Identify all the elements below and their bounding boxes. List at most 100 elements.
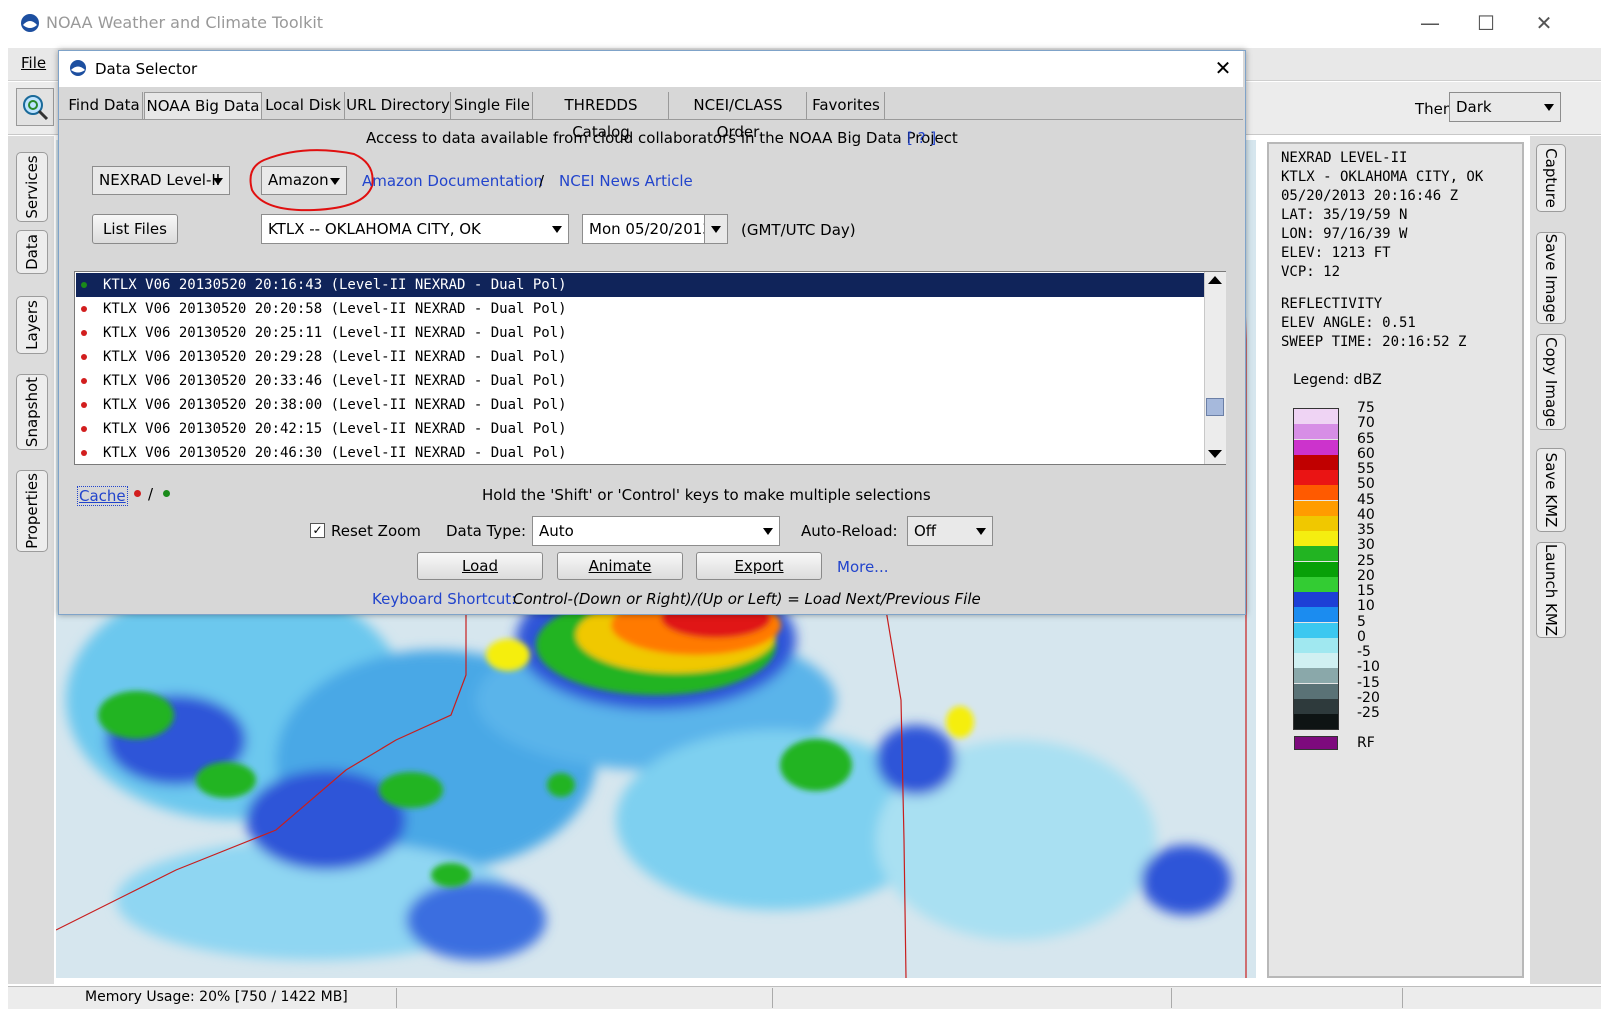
legend-label: 70: [1357, 415, 1375, 432]
tab-layers[interactable]: Layers: [16, 296, 48, 354]
tab-data-label: Data: [23, 234, 41, 270]
legend-label: 30: [1357, 537, 1375, 554]
tab-thredds-catalog[interactable]: THREDDS Catalog: [534, 92, 669, 141]
animate-button[interactable]: Animate: [557, 552, 683, 580]
legend-frame: [1293, 408, 1339, 731]
scroll-up-icon[interactable]: [1208, 276, 1222, 284]
file-row-label: KTLX V06 20130520 20:38:00 (Level-II NEX…: [103, 397, 567, 413]
scroll-thumb[interactable]: [1206, 398, 1224, 416]
rf-label: RF: [1357, 735, 1375, 751]
noaa-logo-icon: [70, 60, 86, 76]
tab-snapshot-label: Snapshot: [23, 376, 41, 448]
date-dropdown-button[interactable]: [704, 215, 727, 243]
file-row[interactable]: KTLX V06 20130520 20:29:28 (Level-II NEX…: [76, 345, 1204, 369]
link-separator: /: [539, 172, 545, 190]
file-list-scrollbar[interactable]: [1204, 272, 1226, 464]
help-link[interactable]: [ ? ]: [907, 129, 936, 147]
info-line: LAT: 35/19/59 N: [1281, 207, 1408, 223]
date-picker[interactable]: Mon 05/20/2013: [582, 214, 728, 244]
list-files-button[interactable]: List Files: [92, 214, 178, 244]
info-line: LON: 97/16/39 W: [1281, 226, 1408, 242]
file-row[interactable]: KTLX V06 20130520 20:46:30 (Level-II NEX…: [76, 441, 1204, 464]
noaa-logo-icon: [21, 14, 39, 32]
file-row[interactable]: KTLX V06 20130520 20:33:46 (Level-II NEX…: [76, 369, 1204, 393]
file-row[interactable]: KTLX V06 20130520 20:38:00 (Level-II NEX…: [76, 393, 1204, 417]
copy-image-button[interactable]: Copy Image: [1536, 334, 1566, 430]
capture-button[interactable]: Capture: [1536, 144, 1566, 212]
file-list[interactable]: KTLX V06 20130520 20:16:43 (Level-II NEX…: [74, 271, 1226, 465]
data-type-select[interactable]: Auto: [532, 516, 780, 546]
file-row[interactable]: KTLX V06 20130520 20:25:11 (Level-II NEX…: [76, 321, 1204, 345]
more-link[interactable]: More...: [837, 558, 889, 576]
reset-zoom-checkbox[interactable]: ✓: [310, 523, 325, 538]
tab-snapshot[interactable]: Snapshot: [16, 374, 48, 450]
legend-label: 50: [1357, 476, 1375, 493]
theme-select[interactable]: Dark: [1449, 92, 1561, 122]
memory-usage: Memory Usage: 20% [750 / 1422 MB]: [85, 989, 348, 1005]
legend-label: 0: [1357, 628, 1366, 645]
info-line: SWEEP TIME: 20:16:52 Z: [1281, 334, 1467, 350]
legend-label: 15: [1357, 583, 1375, 599]
tab-services[interactable]: Services: [16, 152, 48, 222]
save-image-label: Save Image: [1542, 233, 1560, 323]
auto-reload-value: Off: [914, 522, 937, 540]
chevron-down-icon: [213, 177, 223, 185]
legend-label: 65: [1357, 430, 1375, 447]
menu-file[interactable]: File: [21, 54, 46, 72]
maximize-button[interactable]: ☐: [1466, 8, 1506, 38]
save-kmz-button[interactable]: Save KMZ: [1536, 448, 1566, 532]
ncei-news-link[interactable]: NCEI News Article: [559, 172, 693, 190]
legend-label: 35: [1357, 522, 1375, 538]
tab-favorites[interactable]: Favorites: [808, 92, 885, 119]
legend-title: Legend: dBZ: [1293, 372, 1382, 388]
file-row[interactable]: KTLX V06 20130520 20:16:43 (Level-II NEX…: [76, 273, 1204, 297]
legend-label: -15: [1357, 674, 1380, 691]
tab-url-directory[interactable]: URL Directory: [346, 92, 451, 119]
magnifier-icon: [23, 95, 49, 121]
export-button[interactable]: Export: [696, 552, 822, 580]
file-row[interactable]: KTLX V06 20130520 20:42:15 (Level-II NEX…: [76, 417, 1204, 441]
close-window-button[interactable]: ✕: [1524, 8, 1564, 38]
auto-reload-label: Auto-Reload:: [801, 522, 898, 540]
reset-zoom-label: Reset Zoom: [331, 522, 421, 540]
tab-data[interactable]: Data: [16, 230, 48, 274]
tab-find-data[interactable]: Find Data: [66, 92, 143, 119]
station-select[interactable]: KTLX -- OKLAHOMA CITY, OK: [261, 214, 569, 244]
info-line: NEXRAD LEVEL-II: [1281, 150, 1408, 166]
product-select[interactable]: NEXRAD Level-II: [92, 166, 230, 195]
legend-label: 45: [1357, 491, 1375, 508]
info-line: REFLECTIVITY: [1281, 296, 1383, 312]
load-button[interactable]: Load: [417, 552, 543, 580]
file-row[interactable]: KTLX V06 20130520 20:20:58 (Level-II NEX…: [76, 297, 1204, 321]
cache-separator: /: [148, 485, 154, 503]
launch-kmz-button[interactable]: Launch KMZ: [1536, 542, 1566, 638]
legend-label: -20: [1357, 689, 1380, 706]
data-type-value: Auto: [539, 522, 574, 540]
auto-reload-select[interactable]: Off: [907, 516, 993, 546]
amazon-documentation-link[interactable]: Amazon Documentation: [362, 172, 543, 190]
scroll-down-icon[interactable]: [1208, 450, 1222, 458]
red-circle-annotation: [249, 149, 374, 212]
tab-layers-label: Layers: [23, 300, 41, 350]
tab-ncei-class-order[interactable]: NCEI/CLASS Order: [670, 92, 807, 141]
tab-single-file[interactable]: Single File: [452, 92, 533, 119]
tab-properties[interactable]: Properties: [16, 470, 48, 552]
file-row-label: KTLX V06 20130520 20:46:30 (Level-II NEX…: [103, 445, 567, 461]
tab-local-disk[interactable]: Local Disk: [262, 92, 345, 119]
minimize-button[interactable]: —: [1410, 8, 1450, 38]
dialog-close-icon[interactable]: ✕: [1210, 56, 1236, 80]
tab-services-label: Services: [23, 155, 41, 219]
uncached-dot-icon: [81, 330, 87, 336]
shortcut-text: Control-(Down or Right)/(Up or Left) = L…: [513, 590, 981, 608]
chevron-down-icon: [976, 528, 986, 535]
info-line: 05/20/2013 20:16:46 Z: [1281, 188, 1459, 204]
export-button-label: Export: [734, 557, 784, 575]
copy-image-label: Copy Image: [1542, 337, 1560, 427]
zoom-search-button[interactable]: [16, 88, 54, 126]
cache-link[interactable]: Cache: [77, 486, 128, 506]
save-image-button[interactable]: Save Image: [1536, 232, 1566, 324]
tab-noaa-big-data[interactable]: NOAA Big Data: [144, 92, 262, 120]
legend-label: 5: [1357, 613, 1366, 630]
chevron-down-icon: [763, 528, 773, 535]
legend-label: 55: [1357, 461, 1375, 477]
